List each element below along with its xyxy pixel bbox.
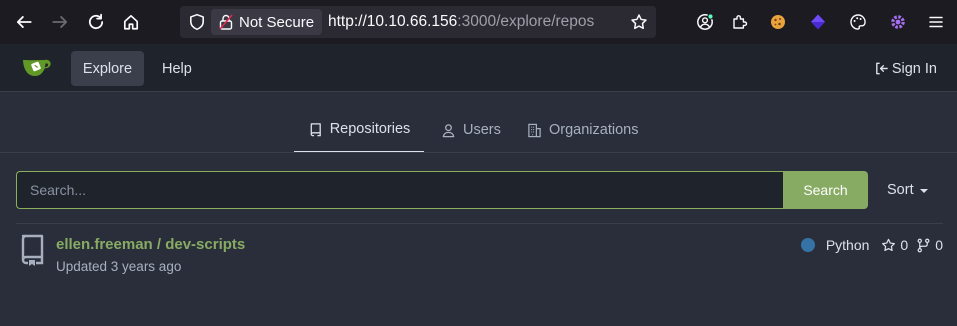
- sign-in-icon: [875, 62, 888, 75]
- nav-explore[interactable]: Explore: [71, 51, 144, 86]
- extension-gear-button[interactable]: [887, 11, 909, 33]
- tab-label: Users: [463, 122, 501, 138]
- repo-icon: [310, 122, 321, 136]
- insecure-lock-icon: [219, 14, 233, 30]
- arrow-right-icon: [52, 16, 68, 28]
- reload-icon: [88, 13, 104, 30]
- back-button[interactable]: [12, 10, 36, 34]
- repo-icon: [21, 234, 44, 266]
- repo-forks[interactable]: 0: [916, 237, 943, 253]
- home-icon: [123, 14, 139, 30]
- url-text[interactable]: http://10.10.66.156:3000/explore/repos: [328, 13, 594, 31]
- fork-count: 0: [935, 237, 943, 253]
- security-label: Not Secure: [239, 13, 315, 31]
- sort-label: Sort: [887, 182, 914, 198]
- repo-search-form: Search: [16, 171, 868, 209]
- purple-gear-icon: [891, 15, 905, 29]
- hamburger-menu-icon: [929, 16, 943, 28]
- search-input[interactable]: [16, 171, 783, 209]
- tab-label: Organizations: [549, 122, 639, 138]
- url-path: :3000/explore/repos: [457, 13, 595, 30]
- extension-cookie-button[interactable]: [767, 11, 789, 33]
- caret-down-icon: [919, 189, 928, 193]
- palette-icon: [850, 14, 866, 30]
- tab-organizations[interactable]: Organizations: [527, 107, 638, 153]
- sort-dropdown[interactable]: Sort: [887, 171, 928, 209]
- nav-help[interactable]: Help: [162, 51, 192, 86]
- extension-palette-button[interactable]: [847, 11, 869, 33]
- tab-users[interactable]: Users: [441, 107, 501, 153]
- site-header: Explore Help Sign In: [0, 44, 957, 92]
- repo-language: Python: [825, 237, 870, 253]
- bookmark-star-icon[interactable]: [630, 13, 648, 31]
- sign-in-link[interactable]: Sign In: [874, 51, 937, 86]
- language-color-dot: [800, 238, 815, 252]
- puzzle-icon: [733, 15, 748, 29]
- tab-label: Repositories: [329, 121, 411, 137]
- repo-meta: Python 0 0: [800, 237, 943, 253]
- browser-toolbar: Not Secure http://10.10.66.156:3000/expl…: [0, 0, 957, 44]
- search-button[interactable]: Search: [783, 171, 868, 209]
- diamond-extension-icon: [811, 14, 825, 30]
- home-button[interactable]: [119, 10, 143, 34]
- arrow-left-icon: [16, 16, 32, 28]
- gitea-logo-icon[interactable]: [22, 56, 54, 78]
- account-icon: [697, 13, 714, 30]
- person-icon: [442, 123, 455, 137]
- organization-icon: [528, 123, 541, 137]
- explore-tabs: Repositories Users Organizations: [0, 107, 957, 153]
- shield-icon[interactable]: [188, 13, 206, 31]
- repo-updated-text: Updated 3 years ago: [56, 259, 182, 274]
- repo-stars[interactable]: 0: [881, 237, 908, 253]
- repo-name-link[interactable]: ellen.freeman / dev-scripts: [56, 236, 245, 253]
- app-menu-button[interactable]: [925, 11, 947, 33]
- forward-button[interactable]: [48, 10, 72, 34]
- extension-diamond-button[interactable]: [807, 11, 829, 33]
- fork-icon: [917, 238, 930, 252]
- extensions-button[interactable]: [729, 11, 751, 33]
- tabs-divider: [0, 152, 957, 153]
- list-divider: [16, 223, 943, 224]
- repo-list-item: ellen.freeman / dev-scripts Updated 3 ye…: [16, 232, 943, 282]
- account-button[interactable]: [694, 11, 716, 33]
- address-bar[interactable]: Not Secure http://10.10.66.156:3000/expl…: [180, 6, 656, 38]
- star-icon: [882, 238, 896, 251]
- url-host: http://10.10.66.156: [328, 13, 458, 30]
- cookie-extension-icon: [771, 15, 785, 29]
- star-count: 0: [900, 237, 909, 253]
- tab-repositories[interactable]: Repositories: [294, 107, 424, 153]
- security-indicator[interactable]: Not Secure: [211, 9, 323, 35]
- sign-in-label: Sign In: [891, 60, 937, 77]
- reload-button[interactable]: [84, 10, 108, 34]
